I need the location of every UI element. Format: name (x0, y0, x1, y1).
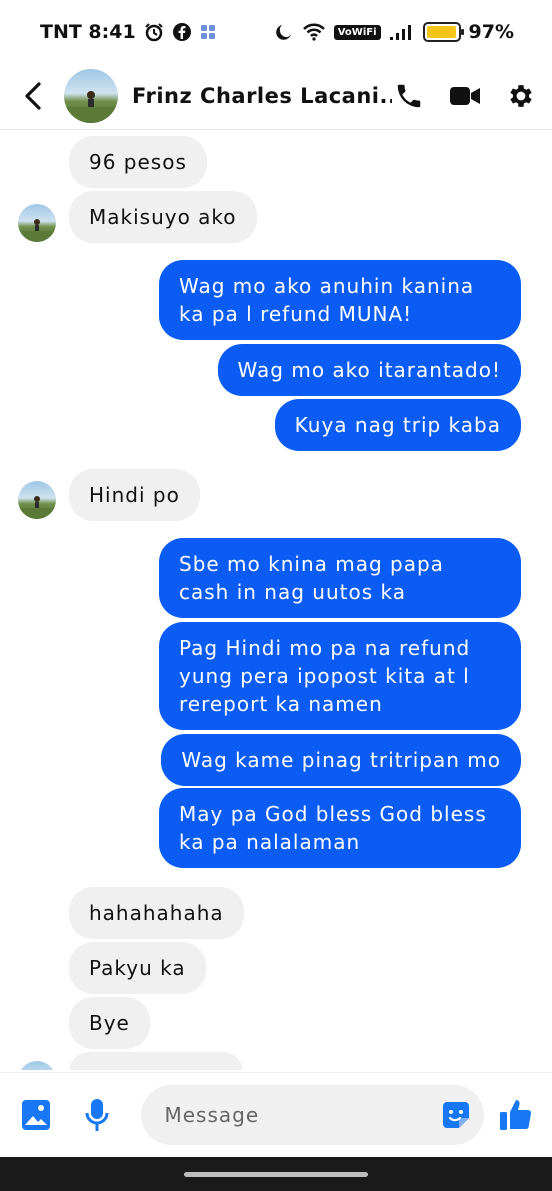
signal-icon (389, 23, 415, 41)
video-call-button[interactable] (448, 79, 482, 113)
sender-avatar[interactable] (18, 204, 56, 242)
battery-icon (422, 22, 464, 42)
contact-avatar[interactable] (64, 68, 118, 123)
status-left: TNT 8:41 (40, 21, 216, 43)
battery-percent: 97% (468, 21, 514, 43)
home-indicator[interactable] (184, 1171, 368, 1177)
thumbs-up-icon (499, 1099, 532, 1130)
image-icon (21, 1099, 50, 1130)
message-thread[interactable]: 96 pesos Makisuyo ako Wag mo ako anuhin … (0, 131, 552, 1070)
status-bar: TNT 8:41 VoWiFi 97% (0, 0, 552, 64)
message-incoming-partial[interactable] (69, 1052, 243, 1070)
message-incoming[interactable]: Hindi po (69, 469, 200, 521)
call-button[interactable] (392, 79, 426, 113)
microphone-icon (85, 1098, 109, 1131)
sender-avatar[interactable] (18, 481, 56, 519)
message-input-container[interactable] (140, 1084, 484, 1145)
voice-button[interactable] (79, 1097, 114, 1133)
message-incoming[interactable]: hahahahaha (69, 887, 244, 939)
battery-level (426, 26, 456, 38)
carrier-time: TNT 8:41 (40, 21, 136, 43)
status-right: VoWiFi 97% (274, 21, 514, 43)
wifi-icon (302, 22, 326, 42)
gear-icon (510, 84, 532, 107)
vowifi-badge: VoWiFi (333, 24, 381, 40)
back-button[interactable] (18, 76, 48, 116)
chevron-left-icon (25, 81, 41, 110)
gallery-button[interactable] (18, 1097, 53, 1133)
header-actions (392, 79, 538, 113)
sticker-button[interactable] (438, 1097, 474, 1133)
message-input[interactable] (164, 1102, 425, 1127)
composer-bar (0, 1072, 552, 1156)
message-outgoing[interactable]: Pag Hindi mo pa na refund yung pera ipop… (159, 622, 521, 730)
message-incoming[interactable]: Bye (69, 997, 150, 1049)
message-outgoing[interactable]: Kuya nag trip kaba (274, 399, 521, 451)
apps-grid-icon (200, 24, 216, 40)
system-nav-bar (0, 1157, 552, 1191)
message-outgoing[interactable]: Wag kame pinag tritripan mo (161, 734, 521, 786)
message-outgoing[interactable]: Sbe mo knina mag papa cash in nag uutos … (159, 538, 521, 618)
like-button[interactable] (498, 1097, 534, 1133)
contact-name[interactable]: Frinz Charles Lacani... (132, 84, 392, 108)
message-incoming[interactable]: Pakyu ka (69, 942, 206, 994)
message-incoming[interactable]: Makisuyo ako (69, 191, 257, 243)
sender-avatar[interactable] (18, 1061, 56, 1070)
message-outgoing[interactable]: May pa God bless God bless ka pa nalalam… (159, 788, 521, 868)
facebook-icon (172, 22, 192, 42)
message-incoming[interactable]: 96 pesos (69, 136, 207, 188)
conversation-header: Frinz Charles Lacani... (0, 62, 552, 130)
moon-icon (274, 22, 294, 42)
sticker-icon (442, 1101, 469, 1128)
message-outgoing[interactable]: Wag mo ako itarantado! (217, 344, 521, 396)
message-outgoing[interactable]: Wag mo ako anuhin kanina ka pa l refund … (159, 260, 521, 340)
alarm-icon (144, 22, 164, 42)
phone-icon (397, 84, 421, 107)
settings-button[interactable] (504, 79, 538, 113)
video-camera-icon (450, 86, 480, 105)
